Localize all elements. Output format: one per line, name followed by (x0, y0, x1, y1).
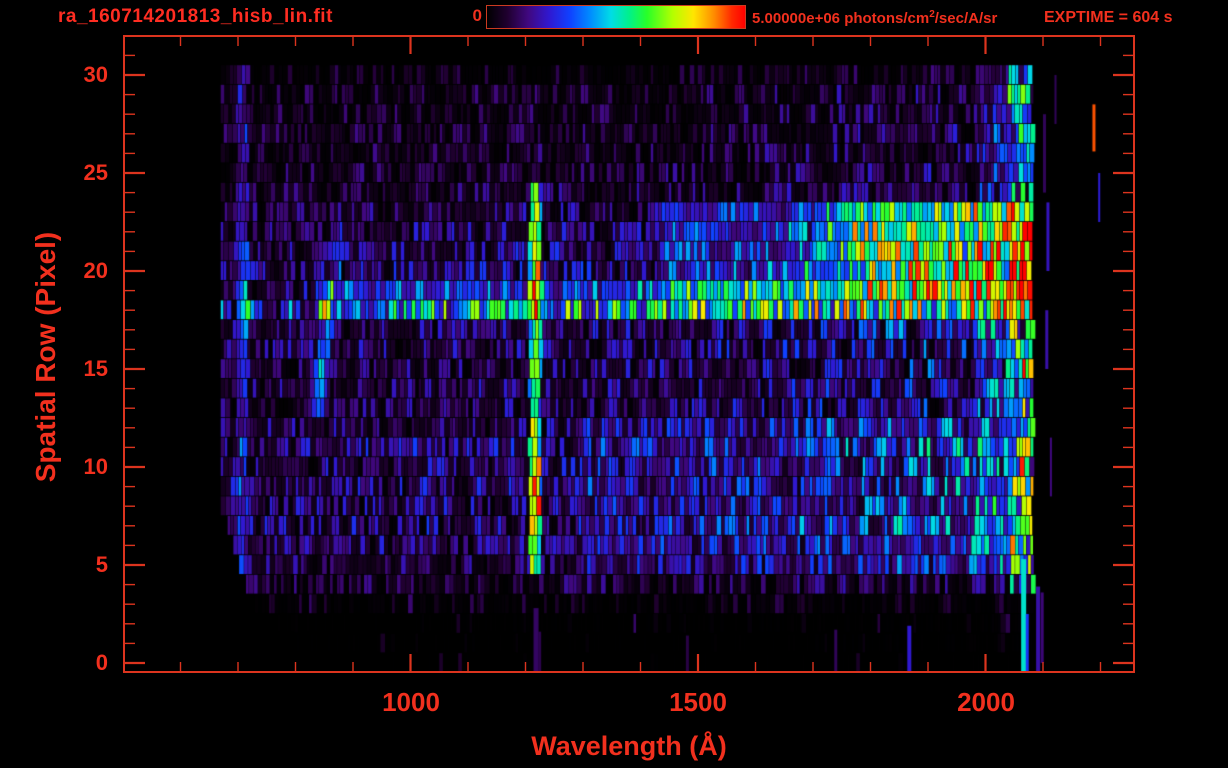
y-axis-title: Spatial Row (Pixel) (30, 231, 61, 483)
x-tick-label-1000: 1000 (382, 687, 440, 717)
x-axis-title: Wavelength (Å) (531, 731, 727, 761)
file-title: ra_160714201813_hisb_lin.fit (58, 6, 333, 27)
colorbar-gradient (486, 5, 746, 29)
colorbar-max-value: 5.00000e+06 (752, 10, 845, 27)
axes-and-ticks (123, 35, 1135, 673)
colorbar-min-label: 0 (472, 6, 482, 25)
x-tick-label-2000: 2000 (957, 687, 1015, 717)
y-tick-label-5: 5 (95, 552, 108, 577)
y-tick-label-30: 30 (83, 62, 108, 87)
x-tick-label-1500: 1500 (669, 687, 727, 717)
colorbar-max-label: 5.00000e+06 photons/cm2/sec/A/sr (752, 9, 997, 27)
y-tick-label-0: 0 (95, 650, 108, 675)
y-tick-label-25: 25 (83, 160, 108, 185)
colorbar-units-suffix: /sec/A/sr (934, 10, 998, 27)
plot-area (123, 35, 1135, 673)
colorbar-units-prefix: photons/cm (844, 10, 930, 27)
exptime-label: EXPTIME = 604 s (1044, 9, 1173, 26)
idl-spectrogram-window: { "header": { "title": "ra_160714201813_… (0, 0, 1228, 768)
